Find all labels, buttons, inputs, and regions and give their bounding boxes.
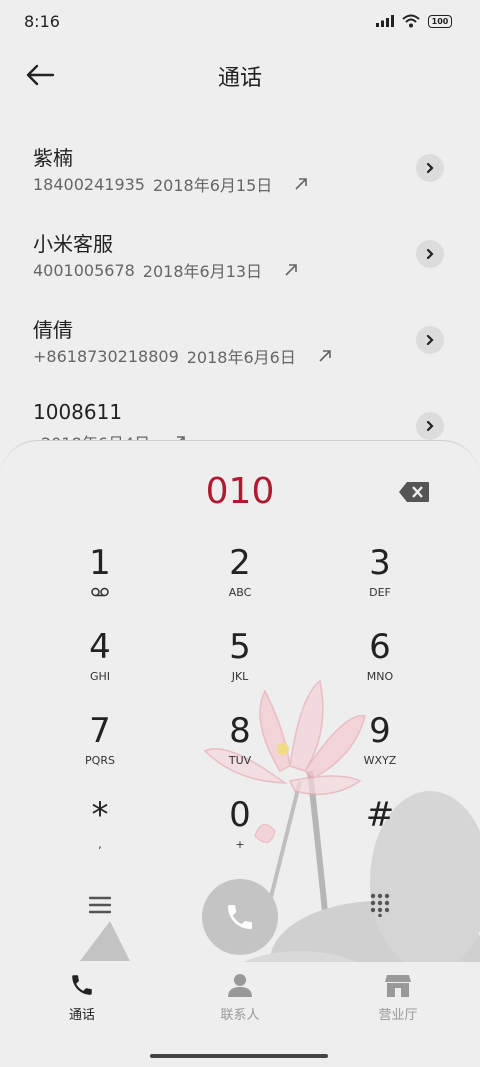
key-digit: * [91, 795, 109, 835]
call-info: +8618730218809 2018年6月6日 [33, 344, 332, 368]
key-hash[interactable]: # [320, 795, 440, 867]
status-bar: 8:16 100 [0, 0, 480, 44]
call-detail-button[interactable] [416, 154, 444, 182]
key-digit: 3 [369, 543, 391, 583]
header: 通话 [0, 48, 480, 104]
call-date: 2018年6月6日 [186, 348, 296, 367]
tab-label: 联系人 [220, 1008, 260, 1023]
call-number: 4001005678 [33, 260, 135, 280]
key-2[interactable]: 2 ABC [180, 543, 300, 615]
tab-store[interactable]: 营业厅 [343, 970, 453, 1023]
phone-icon [228, 905, 252, 929]
key-digit: 8 [229, 711, 251, 751]
call-detail-button[interactable] [416, 326, 444, 354]
call-row[interactable]: 倩倩 +8618730218809 2018年6月6日 [0, 300, 480, 386]
key-digit: 1 [89, 543, 111, 583]
key-letters: , [98, 837, 102, 851]
page-title: 通话 [217, 66, 262, 91]
signal-icon [376, 15, 394, 27]
key-digit: 7 [89, 711, 111, 751]
voicemail-icon [91, 585, 109, 599]
key-letters: MNO [366, 669, 394, 683]
key-letters: TUV [228, 753, 252, 767]
backspace-button[interactable] [398, 481, 430, 503]
key-digit: 9 [369, 711, 391, 751]
battery-icon: 100 [428, 14, 452, 28]
call-name: 紫楠 [33, 146, 73, 170]
call-number: 18400241935 [33, 174, 145, 194]
status-time: 8:16 [24, 12, 60, 31]
call-number: +8618730218809 [33, 346, 179, 366]
wifi-icon [402, 14, 420, 28]
key-7[interactable]: 7 PQRS [40, 711, 160, 783]
chevron-right-icon [426, 334, 434, 346]
call-row[interactable]: 小米客服 4001005678 2018年6月13日 [0, 214, 480, 300]
call-info: 4001005678 2018年6月13日 [33, 258, 298, 282]
key-letters: ABC [228, 585, 252, 599]
menu-button[interactable] [84, 889, 116, 921]
call-button[interactable] [202, 879, 278, 955]
key-9[interactable]: 9 WXYZ [320, 711, 440, 783]
outgoing-call-icon [294, 177, 308, 191]
keypad-toggle-button[interactable] [364, 889, 396, 921]
key-4[interactable]: 4 GHI [40, 627, 160, 699]
key-star[interactable]: * , [40, 795, 160, 867]
key-letters: GHI [89, 669, 111, 683]
person-icon [225, 970, 255, 1000]
call-info: 18400241935 2018年6月15日 [33, 172, 308, 196]
outgoing-call-icon [284, 263, 298, 277]
key-digit: # [365, 795, 395, 835]
tab-calls[interactable]: 通话 [27, 970, 137, 1023]
tab-contacts[interactable]: 联系人 [185, 970, 295, 1023]
phone-icon [67, 970, 97, 1000]
status-icons: 100 [376, 14, 452, 28]
key-letters: WXYZ [363, 753, 397, 767]
key-digit: 5 [229, 627, 251, 667]
call-row[interactable]: 紫楠 18400241935 2018年6月15日 [0, 128, 480, 214]
call-date: 2018年6月13日 [142, 262, 263, 281]
key-6[interactable]: 6 MNO [320, 627, 440, 699]
key-0[interactable]: 0 + [180, 795, 300, 867]
key-digit: 2 [229, 543, 251, 583]
outgoing-call-icon [318, 349, 332, 363]
key-letters: PQRS [85, 753, 115, 767]
key-letters: JKL [231, 669, 249, 683]
tab-label: 通话 [68, 1008, 95, 1023]
key-digit: 0 [229, 795, 251, 835]
menu-icon [89, 896, 111, 914]
call-name: 1008611 [33, 400, 123, 424]
store-icon [383, 970, 413, 1000]
key-letters: + [235, 837, 245, 851]
key-digit: 4 [89, 627, 111, 667]
key-3[interactable]: 3 DEF [320, 543, 440, 615]
call-name: 小米客服 [33, 232, 113, 256]
call-list: 紫楠 18400241935 2018年6月15日 小米客服 400100567… [0, 128, 480, 472]
call-detail-button[interactable] [416, 412, 444, 440]
key-digit: 6 [369, 627, 391, 667]
keypad-icon [370, 893, 390, 917]
chevron-right-icon [426, 162, 434, 174]
key-letters: DEF [369, 585, 391, 599]
chevron-right-icon [426, 248, 434, 260]
call-detail-button[interactable] [416, 240, 444, 268]
bottom-tab-bar: 通话 联系人 营业厅 [0, 962, 480, 1066]
key-5[interactable]: 5 JKL [180, 627, 300, 699]
tab-label: 营业厅 [378, 1008, 418, 1023]
call-name: 倩倩 [33, 318, 73, 342]
home-indicator[interactable] [150, 1054, 328, 1058]
chevron-right-icon [426, 420, 434, 432]
backspace-icon [399, 482, 429, 502]
key-8[interactable]: 8 TUV [180, 711, 300, 783]
call-date: 2018年6月15日 [152, 176, 273, 195]
key-1[interactable]: 1 [40, 543, 160, 615]
